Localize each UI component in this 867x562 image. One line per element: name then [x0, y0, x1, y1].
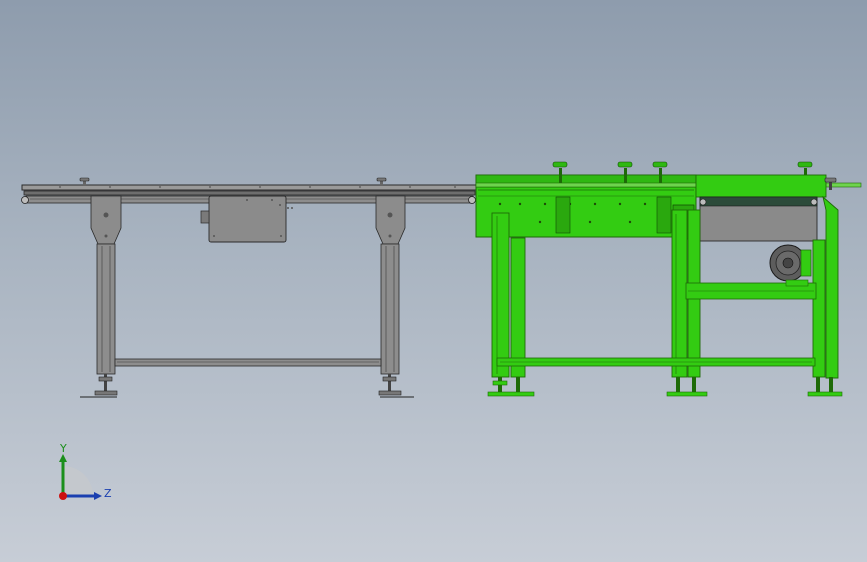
green-leg-2[interactable] [510, 237, 526, 378]
gray-crossbar[interactable] [114, 358, 382, 367]
gray-conveyor-top-rail[interactable] [21, 184, 478, 191]
green-foot-2[interactable] [666, 377, 708, 397]
green-leg-1[interactable] [491, 212, 510, 378]
green-conveyor[interactable] [475, 161, 862, 397]
green-leg-3[interactable] [671, 209, 688, 378]
orientation-triad[interactable]: Y Z [48, 440, 118, 510]
y-axis-label: Y [59, 442, 67, 455]
z-axis-label: Z [104, 487, 112, 500]
gray-conveyor-belt[interactable] [23, 190, 476, 196]
gray-foot-right[interactable] [378, 374, 414, 398]
green-foot-1[interactable] [487, 377, 535, 397]
gray-leg-left[interactable] [96, 243, 116, 375]
gray-conveyor[interactable] [21, 177, 478, 398]
green-frame-bracket-2[interactable] [656, 196, 672, 234]
assembly-model[interactable] [0, 0, 867, 562]
gray-drive-housing[interactable] [208, 195, 287, 243]
green-drive-motor[interactable] [769, 244, 812, 287]
gray-leg-right[interactable] [380, 243, 400, 375]
gray-drive-motor-stub[interactable] [200, 210, 210, 224]
green-leg-5[interactable] [812, 239, 826, 378]
green-right-frame[interactable] [695, 174, 827, 198]
triad-quadrant [63, 466, 93, 496]
gray-foot-left[interactable] [80, 374, 118, 398]
graphics-viewport[interactable]: Y Z [0, 0, 867, 562]
gray-conveyor-end-roller-left[interactable] [21, 196, 29, 204]
gray-conveyor-end-roller-right[interactable] [468, 196, 476, 204]
green-frame-bracket-1[interactable] [555, 196, 571, 234]
green-foot-3[interactable] [807, 377, 843, 397]
x-axis-dot [59, 492, 67, 500]
